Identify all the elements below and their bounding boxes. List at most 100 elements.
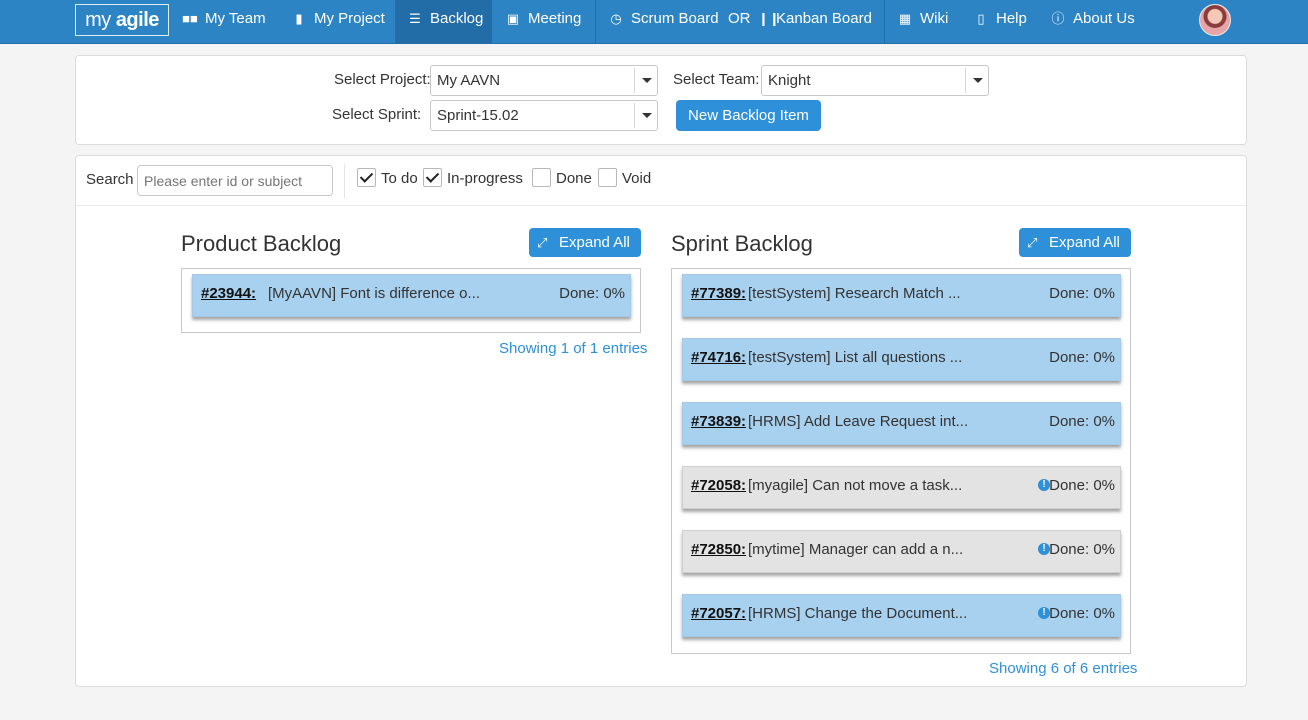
backlog-card[interactable]: #23944: [MyAAVN] Font is difference o...…: [192, 274, 631, 317]
sprint-showing-entries: Showing 6 of 6 entries: [989, 660, 1138, 677]
sprint-card-subject: [myagile] Can not move a task...: [748, 477, 963, 494]
logo-text-my: my: [85, 9, 116, 31]
nav-my-project-label: My Project: [314, 10, 385, 27]
top-navbar: my agile ■■ My Team ▮ My Project ☰ Backlog …: [0, 0, 1308, 44]
checkbox-todo[interactable]: [357, 168, 376, 187]
nav-my-team[interactable]: ■■ My Team: [182, 0, 266, 44]
sprint-card[interactable]: #72058: [myagile] Can not move a task...…: [682, 466, 1121, 509]
backlog-card-id[interactable]: #23944:: [201, 285, 256, 302]
checkbox-in-progress-label: In-progress: [447, 170, 523, 187]
sprint-card-id[interactable]: #72850:: [691, 541, 746, 558]
nav-wiki[interactable]: ▦ Wiki: [897, 0, 948, 44]
nav-or-text: OR: [728, 0, 751, 44]
product-showing-entries: Showing 1 of 1 entries: [499, 340, 648, 357]
chevron-down-icon: [634, 68, 657, 93]
info-icon: ⓘ: [1051, 11, 1065, 26]
sprint-label: Select Sprint:: [332, 106, 422, 123]
users-icon: ■■: [182, 11, 198, 26]
chevron-down-icon: [965, 68, 988, 93]
divider: [344, 164, 345, 198]
nav-scrum-board-label: Scrum Board: [631, 10, 719, 27]
sprint-card-done: Done: 0%: [1049, 477, 1115, 494]
backlog-card-done: Done: 0%: [559, 285, 625, 302]
search-input[interactable]: [137, 165, 333, 196]
backlog-card-subject: [MyAAVN] Font is difference o...: [268, 285, 481, 302]
sprint-card-id[interactable]: #72057:: [691, 605, 746, 622]
nav-divider: [595, 0, 596, 44]
sprint-card-subject: [HRMS] Add Leave Request int...: [748, 413, 969, 430]
sprint-card-id[interactable]: #77389:: [691, 285, 746, 302]
sprint-card-done: Done: 0%: [1049, 605, 1115, 622]
nav-meeting[interactable]: ▣ Meeting: [505, 0, 582, 44]
project-label: Select Project:: [334, 71, 431, 88]
new-backlog-item-button[interactable]: New Backlog Item: [676, 100, 821, 131]
backlog-panel: Search To do In-progress Done Void Produ…: [75, 155, 1247, 687]
project-select-value: My AAVN: [437, 72, 501, 89]
team-select[interactable]: Knight: [761, 65, 989, 96]
product-backlog-title: Product Backlog: [181, 231, 342, 256]
sprint-card[interactable]: #72850: [mytime] Manager can add a n... …: [682, 530, 1121, 573]
sprint-card-id[interactable]: #73839:: [691, 413, 746, 430]
sprint-card[interactable]: #72057: [HRMS] Change the Document... ! …: [682, 594, 1121, 637]
checkbox-done[interactable]: [532, 168, 551, 187]
table-icon: ▦: [898, 11, 912, 26]
search-label: Search: [86, 171, 134, 188]
sprint-card-done: Done: 0%: [1049, 541, 1115, 558]
nav-about-us-label: About Us: [1073, 10, 1135, 27]
filter-panel: Select Project: My AAVN Select Team: Kni…: [75, 55, 1247, 145]
product-backlog-list: #23944: [MyAAVN] Font is difference o...…: [181, 268, 641, 333]
nav-about-us[interactable]: ⓘ About Us: [1050, 0, 1135, 44]
sprint-card[interactable]: #77389: [testSystem] Research Match ... …: [682, 274, 1121, 317]
checkbox-in-progress[interactable]: [423, 168, 442, 187]
nav-backlog-label: Backlog: [430, 10, 484, 27]
sitemap-icon: ▣: [506, 11, 520, 26]
sprint-card-id[interactable]: #72058:: [691, 477, 746, 494]
nav-help[interactable]: ▯ Help: [973, 0, 1027, 44]
nav-scrum-board[interactable]: ◷ Scrum Board: [608, 0, 719, 44]
sprint-card-id[interactable]: #74716:: [691, 349, 746, 366]
clock-icon: ◷: [610, 11, 622, 26]
sprint-card[interactable]: #74716: [testSystem] List all questions …: [682, 338, 1121, 381]
project-select[interactable]: My AAVN: [430, 65, 658, 96]
nav-help-label: Help: [996, 10, 1027, 27]
checkbox-void[interactable]: [598, 168, 617, 187]
sprint-backlog-list: #77389: [testSystem] Research Match ... …: [671, 268, 1131, 654]
nav-wiki-label: Wiki: [920, 10, 949, 27]
checkbox-done-label: Done: [556, 170, 592, 187]
product-expand-all-button[interactable]: ⤢ Expand All: [529, 228, 641, 257]
nav-meeting-label: Meeting: [528, 10, 582, 27]
search-bar: Search To do In-progress Done Void: [76, 156, 1246, 206]
checkbox-void-label: Void: [622, 170, 652, 187]
expand-icon: ⤢: [537, 235, 548, 250]
chevron-down-icon: [634, 103, 657, 128]
nav-kanban-board-label: Kanban Board: [776, 10, 872, 27]
sprint-card-subject: [mytime] Manager can add a n...: [748, 541, 964, 558]
app-logo[interactable]: my agile: [75, 4, 169, 36]
sprint-card[interactable]: #73839: [HRMS] Add Leave Request int... …: [682, 402, 1121, 445]
nav-backlog[interactable]: ☰ Backlog: [395, 0, 492, 44]
product-expand-all-label: Expand All: [559, 234, 630, 251]
sprint-expand-all-label: Expand All: [1049, 234, 1120, 251]
sprint-card-subject: [HRMS] Change the Document...: [748, 605, 968, 622]
sprint-backlog-title: Sprint Backlog: [671, 231, 813, 256]
sprint-select-value: Sprint-15.02: [437, 107, 519, 124]
sprint-select[interactable]: Sprint-15.02: [430, 100, 658, 131]
sprint-card-subject: [testSystem] List all questions ...: [748, 349, 963, 366]
sprint-expand-all-button[interactable]: ⤢ Expand All: [1019, 228, 1131, 257]
user-avatar[interactable]: [1199, 4, 1231, 36]
book-icon: ▯: [977, 11, 985, 26]
sprint-card-done: Done: 0%: [1049, 349, 1115, 366]
nav-my-team-label: My Team: [205, 10, 266, 27]
logo-text-agile: agile: [115, 9, 160, 31]
sprint-card-done: Done: 0%: [1049, 413, 1115, 430]
sprint-card-subject: [testSystem] Research Match ...: [748, 285, 961, 302]
sprint-card-done: Done: 0%: [1049, 285, 1115, 302]
nav-my-project[interactable]: ▮ My Project: [291, 0, 385, 44]
folder-icon: ▮: [295, 11, 303, 26]
team-label: Select Team:: [673, 71, 760, 88]
expand-icon: ⤢: [1027, 235, 1038, 250]
nav-or-label: OR: [728, 10, 751, 27]
columns-icon: ❙❙: [758, 11, 780, 26]
nav-divider: [884, 0, 885, 44]
nav-kanban-board[interactable]: ❙❙Kanban Board: [758, 0, 872, 44]
